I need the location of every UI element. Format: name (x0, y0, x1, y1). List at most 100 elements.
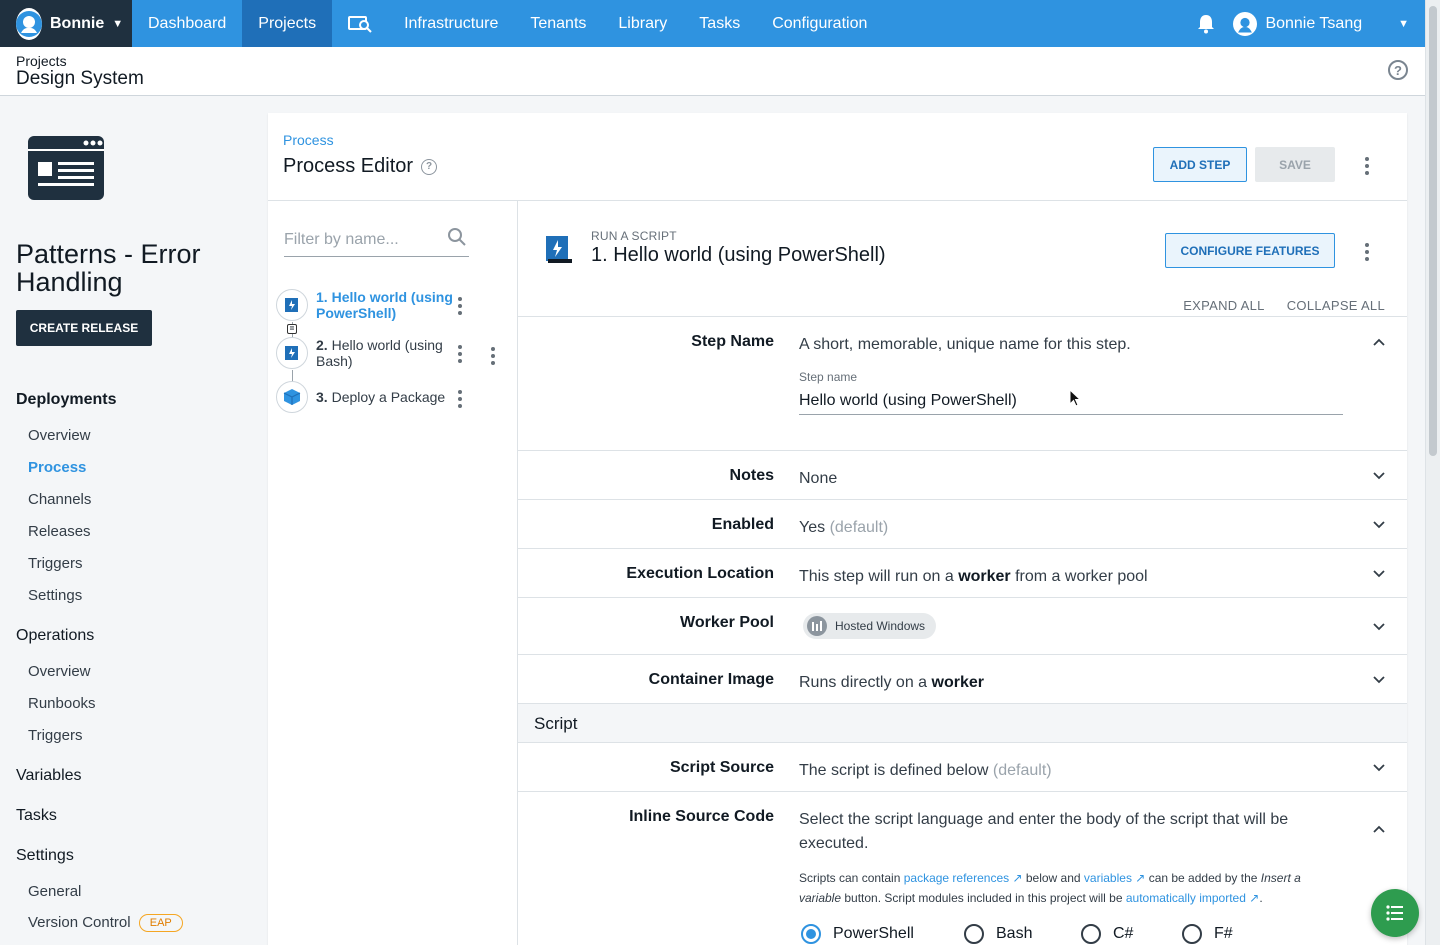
sidebar-item-ops-overview[interactable]: Overview (28, 663, 91, 680)
chevron-up-icon[interactable] (1373, 337, 1385, 349)
notifications-bell-icon[interactable] (1179, 0, 1233, 47)
script-source-label: Script Source (669, 759, 774, 776)
variables-link[interactable]: variables (1084, 871, 1132, 885)
collapse-all-link[interactable]: COLLAPSE ALL (1287, 298, 1385, 313)
configure-features-button[interactable]: CONFIGURE FEATURES (1165, 233, 1335, 268)
sidebar-section-variables[interactable]: Variables (16, 767, 82, 785)
chevron-up-icon[interactable] (1373, 824, 1385, 836)
inline-source-description: Select the script language and enter the… (799, 811, 1289, 852)
sidebar-item-channels[interactable]: Channels (28, 491, 91, 508)
sidebar-item-process[interactable]: Process (28, 459, 86, 476)
chevron-down-icon[interactable] (1373, 620, 1385, 632)
step-more-icon[interactable] (458, 345, 462, 363)
sidebar-section-settings[interactable]: Settings (16, 847, 74, 865)
process-editor-card: Process Process Editor ? ADD STEP SAVE =… (268, 113, 1407, 945)
filter-input[interactable] (284, 227, 434, 253)
step-item-2[interactable]: 2. Hello world (using Bash) (276, 337, 516, 369)
script-help-text: Scripts can contain package references ↗… (799, 868, 1339, 908)
step-item-3[interactable]: 3. Deploy a Package (276, 381, 516, 413)
radio-label: PowerShell (833, 925, 914, 942)
language-radio-fsharp[interactable]: F# (1182, 924, 1233, 944)
sidebar-item-version-control[interactable]: Version Control EAP (28, 914, 183, 933)
step-editor: RUN A SCRIPT 1. Hello world (using Power… (518, 201, 1407, 945)
user-menu[interactable]: Bonnie Tsang ▼ (1233, 0, 1425, 47)
nav-tasks[interactable]: Tasks (683, 0, 756, 47)
source-text: The script is defined below (799, 762, 989, 779)
add-step-button[interactable]: ADD STEP (1153, 147, 1247, 182)
space-switcher[interactable]: Bonnie ▼ (0, 0, 132, 47)
help-text-part: can be added by the (1145, 871, 1261, 885)
package-references-link[interactable]: package references (904, 871, 1009, 885)
language-radio-bash[interactable]: Bash (964, 924, 1032, 944)
help-text-part: Scripts can contain (799, 871, 904, 885)
help-icon[interactable]: ? (421, 158, 438, 175)
worker-pool-name: Hosted Windows (835, 619, 926, 633)
version-control-label: Version Control (28, 914, 131, 931)
sidebar-item-runbooks[interactable]: Runbooks (28, 695, 96, 712)
language-radio-powershell[interactable]: PowerShell (801, 924, 914, 944)
container-text: Runs directly on a (799, 674, 932, 691)
step-name-label: Step Name (691, 333, 774, 350)
container-image-row[interactable]: Container Image Runs directly on a worke… (518, 654, 1407, 703)
worker-pool-row[interactable]: Worker Pool Hosted Windows (518, 597, 1407, 654)
execution-location-row[interactable]: Execution Location This step will run on… (518, 548, 1407, 597)
sidebar-item-ops-triggers[interactable]: Triggers (28, 727, 82, 744)
automatically-imported-link[interactable]: automatically imported (1126, 891, 1246, 905)
more-options-icon[interactable] (1365, 157, 1369, 175)
language-radio-csharp[interactable]: C# (1081, 924, 1133, 944)
external-link-icon: ↗ (1012, 871, 1023, 885)
step-item-1[interactable]: 1. Hello world (using PowerShell) (276, 289, 516, 321)
script-step-icon (276, 289, 308, 321)
octopus-logo-icon (16, 7, 42, 40)
page-title: Design System (16, 68, 144, 89)
chevron-down-icon[interactable] (1373, 673, 1385, 685)
sidebar-item-overview[interactable]: Overview (28, 427, 91, 444)
step-more-icon[interactable] (458, 390, 462, 408)
script-source-row[interactable]: Script Source The script is defined belo… (518, 742, 1407, 791)
sidebar-item-triggers[interactable]: Triggers (28, 555, 82, 572)
sidebar-section-tasks[interactable]: Tasks (16, 807, 57, 825)
chevron-down-icon[interactable] (1373, 469, 1385, 481)
breadcrumb-process[interactable]: Process (283, 132, 334, 148)
enabled-row[interactable]: Enabled Yes (default) (518, 499, 1407, 548)
eap-badge: EAP (138, 914, 183, 933)
nav-library[interactable]: Library (602, 0, 683, 47)
expand-all-link[interactable]: EXPAND ALL (1183, 298, 1265, 313)
notes-row[interactable]: Notes None (518, 450, 1407, 499)
chevron-down-icon[interactable] (1373, 567, 1385, 579)
list-icon (1386, 905, 1403, 921)
search-icon[interactable] (447, 227, 467, 250)
project-logo-icon (28, 136, 104, 200)
chevron-down-icon[interactable] (1373, 761, 1385, 773)
user-name: Bonnie Tsang (1265, 14, 1363, 32)
save-button[interactable]: SAVE (1255, 147, 1335, 182)
nav-projects[interactable]: Projects (242, 0, 333, 47)
sidebar-item-settings[interactable]: Settings (28, 587, 82, 604)
create-release-button[interactable]: CREATE RELEASE (16, 310, 152, 346)
step-more-icon[interactable] (458, 297, 462, 315)
breadcrumb[interactable]: Projects (16, 53, 67, 69)
sidebar-item-general[interactable]: General (28, 883, 81, 900)
project-title: Patterns - Error Handling (16, 239, 201, 297)
nav-dashboard[interactable]: Dashboard (132, 0, 242, 47)
sidebar-item-releases[interactable]: Releases (28, 523, 91, 540)
sidebar-section-deployments[interactable]: Deployments (16, 391, 116, 409)
nav-configuration[interactable]: Configuration (756, 0, 883, 47)
help-text-part: . (1259, 891, 1263, 905)
exec-text-post: from a worker pool (1010, 568, 1148, 585)
help-icon[interactable]: ? (1388, 60, 1408, 80)
chevron-down-icon[interactable] (1373, 518, 1385, 530)
nav-infrastructure[interactable]: Infrastructure (388, 0, 514, 47)
page-scrollbar[interactable] (1425, 0, 1440, 945)
step-list: = 1. Hello world (using PowerShell) 2. H… (268, 201, 518, 945)
task-list-fab[interactable] (1371, 889, 1419, 937)
step-more-options-icon[interactable] (1365, 243, 1369, 261)
scrollbar-thumb[interactable] (1429, 6, 1437, 456)
sidebar-section-operations[interactable]: Operations (16, 627, 94, 645)
step-type-label: RUN A SCRIPT (591, 229, 677, 243)
container-bold: worker (931, 674, 984, 691)
search-machines-icon[interactable] (332, 0, 388, 47)
title-text: Process Editor (283, 155, 414, 177)
execution-location-value: This step will run on a worker from a wo… (799, 565, 1339, 589)
nav-tenants[interactable]: Tenants (514, 0, 602, 47)
